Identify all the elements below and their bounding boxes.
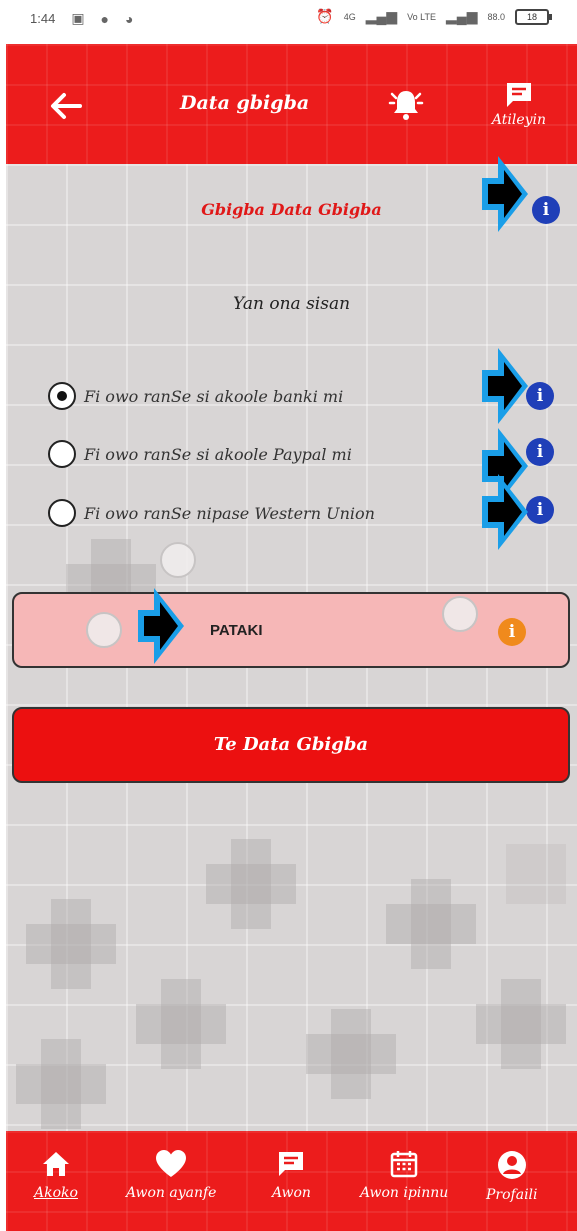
nav-label: Akoko: [34, 1185, 78, 1201]
important-notice[interactable]: PATAKI i: [12, 592, 570, 668]
nav-label: Awon ayanfe: [126, 1185, 217, 1201]
sync-icon: ◕: [125, 10, 134, 27]
arrow-marker: [138, 588, 184, 664]
nav-item-favorites[interactable]: Awon ayanfe: [126, 1149, 216, 1201]
payment-option-bank[interactable]: Fi owo ranSe si akoole banki mi: [48, 379, 343, 413]
radio-bank[interactable]: [48, 382, 76, 410]
touch-indicator: [86, 612, 122, 648]
touch-indicator: [160, 542, 196, 578]
signal-icon: ▂▄▆: [365, 8, 398, 24]
payment-option-western-union[interactable]: Fi owo ranSe nipase Western Union: [48, 496, 375, 530]
feedback-button[interactable]: Atileyin: [484, 80, 554, 140]
message-icon: [507, 83, 531, 107]
back-button[interactable]: [46, 86, 86, 126]
info-icon-important[interactable]: i: [498, 618, 526, 646]
alarm-bell-icon: [388, 91, 424, 120]
battery-icon: 18: [515, 8, 552, 25]
network-4g-label: 4G: [343, 11, 356, 22]
important-label: PATAKI: [210, 622, 263, 639]
payment-method-heading: Yan ona sisan: [232, 294, 351, 314]
touch-indicator: [442, 596, 478, 632]
page-title: Data gbigba: [180, 92, 310, 114]
radio-western-union[interactable]: [48, 499, 76, 527]
bottom-nav: Akoko Awon ayanfe Awon Awon ipinnu Profa…: [6, 1131, 577, 1231]
payment-option-paypal[interactable]: Fi owo ranSe si akoole Paypal mi: [48, 437, 352, 471]
info-icon-title[interactable]: i: [532, 196, 560, 224]
signal-icon-2: ▂▄▆: [446, 8, 478, 24]
submit-data-button[interactable]: Te Data Gbigba: [12, 707, 570, 783]
arrow-marker: [482, 348, 528, 424]
calendar-icon: [390, 1151, 418, 1178]
info-icon-paypal[interactable]: i: [526, 438, 554, 466]
profile-icon: [497, 1151, 526, 1179]
nav-label: Awon: [272, 1185, 311, 1201]
back-arrow-icon: [51, 93, 82, 119]
app-header: Data gbigba Atileyin: [6, 44, 577, 164]
nav-item-home[interactable]: Akoko: [34, 1149, 78, 1201]
nav-item-appointments[interactable]: Awon ipinnu: [360, 1149, 448, 1201]
alarm-icon: ⏰: [316, 8, 334, 24]
arrow-marker: [482, 156, 528, 232]
radio-paypal[interactable]: [48, 440, 76, 468]
payment-option-label: Fi owo ranSe si akoole banki mi: [84, 386, 344, 406]
chat-icon: [279, 1152, 304, 1176]
screenshot-icon: ▣: [71, 10, 85, 26]
message-icon: ●: [100, 10, 110, 27]
nav-item-messages[interactable]: Awon: [272, 1149, 311, 1201]
feedback-label: Atileyin: [491, 112, 547, 128]
heart-icon: [156, 1150, 187, 1177]
info-icon-bank[interactable]: i: [526, 382, 554, 410]
payment-option-label: Fi owo ranSe si akoole Paypal mi: [84, 444, 352, 464]
app-screen: Data gbigba Atileyin Gbigba Data Gbigba …: [6, 44, 577, 1231]
volte-label: Vo LTE: [407, 11, 437, 22]
speed-label: 88.0: [487, 11, 505, 22]
info-icon-western-union[interactable]: i: [526, 496, 554, 524]
nav-label: Profaili: [486, 1187, 538, 1203]
notification-button[interactable]: [388, 86, 424, 122]
payment-option-label: Fi owo ranSe nipase Western Union: [84, 503, 375, 523]
status-time: 1:44: [30, 11, 56, 26]
arrow-marker: [482, 474, 528, 550]
home-icon: [42, 1152, 69, 1176]
nav-label: Awon ipinnu: [360, 1185, 449, 1201]
nav-item-profile[interactable]: Profaili: [486, 1149, 538, 1203]
status-bar: 1:44 ▣ ● ◕ ⏰ 4G ▂▄▆ Vo LTE ▂▄▆ 88.0 18: [0, 0, 577, 44]
